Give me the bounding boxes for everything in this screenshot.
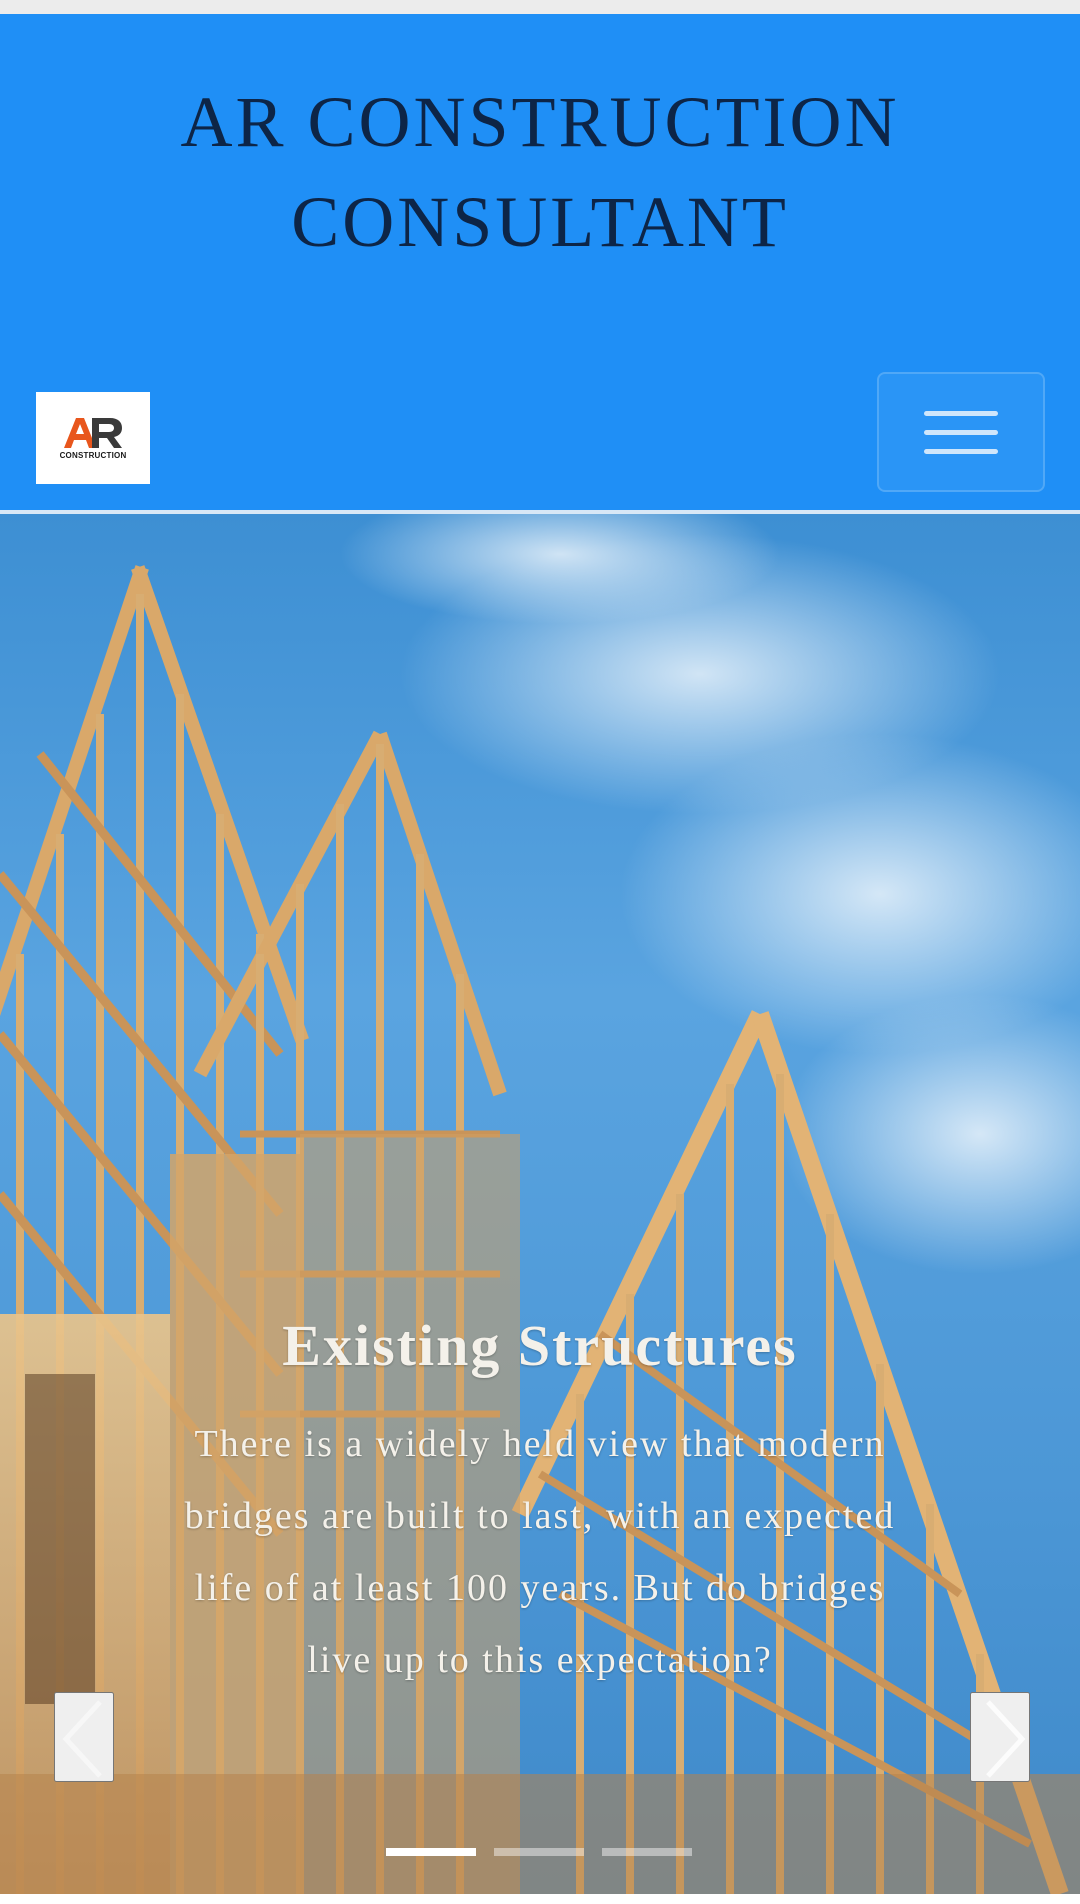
chevron-left-icon bbox=[62, 1700, 102, 1778]
carousel-prev-button[interactable] bbox=[54, 1692, 114, 1782]
caption-title: Existing Structures bbox=[282, 1313, 798, 1378]
hamburger-icon-bar bbox=[924, 410, 998, 416]
carousel-indicator-3[interactable] bbox=[602, 1848, 692, 1856]
chevron-right-icon bbox=[986, 1700, 1026, 1778]
carousel-next-button[interactable] bbox=[970, 1692, 1030, 1782]
site-title: AR CONSTRUCTION CONSULTANT bbox=[0, 72, 1080, 272]
logo-ar-mark bbox=[64, 418, 122, 448]
carousel-caption: Existing Structures There is a widely he… bbox=[0, 1306, 1080, 1696]
status-bar bbox=[0, 0, 1080, 14]
site-title-line2: CONSULTANT bbox=[291, 182, 789, 262]
caption-text: There is a widely held view that modern … bbox=[184, 1423, 896, 1681]
hero-carousel[interactable]: Existing Structures There is a widely he… bbox=[0, 514, 1080, 1894]
brand-logo[interactable]: CONSTRUCTION bbox=[36, 392, 150, 484]
page-bottom bbox=[0, 1894, 1080, 1904]
site-header: AR CONSTRUCTION CONSULTANT CONSTRUCTION bbox=[0, 14, 1080, 512]
hamburger-icon-bar bbox=[924, 429, 998, 435]
logo-subtitle: CONSTRUCTION bbox=[59, 451, 127, 460]
carousel-indicator-2[interactable] bbox=[494, 1848, 584, 1856]
carousel-indicator-1[interactable] bbox=[386, 1848, 476, 1856]
hamburger-icon-bar bbox=[924, 448, 998, 454]
carousel-indicators bbox=[386, 1848, 692, 1856]
menu-toggle-button[interactable] bbox=[877, 372, 1045, 492]
site-title-line1: AR CONSTRUCTION bbox=[180, 82, 900, 162]
